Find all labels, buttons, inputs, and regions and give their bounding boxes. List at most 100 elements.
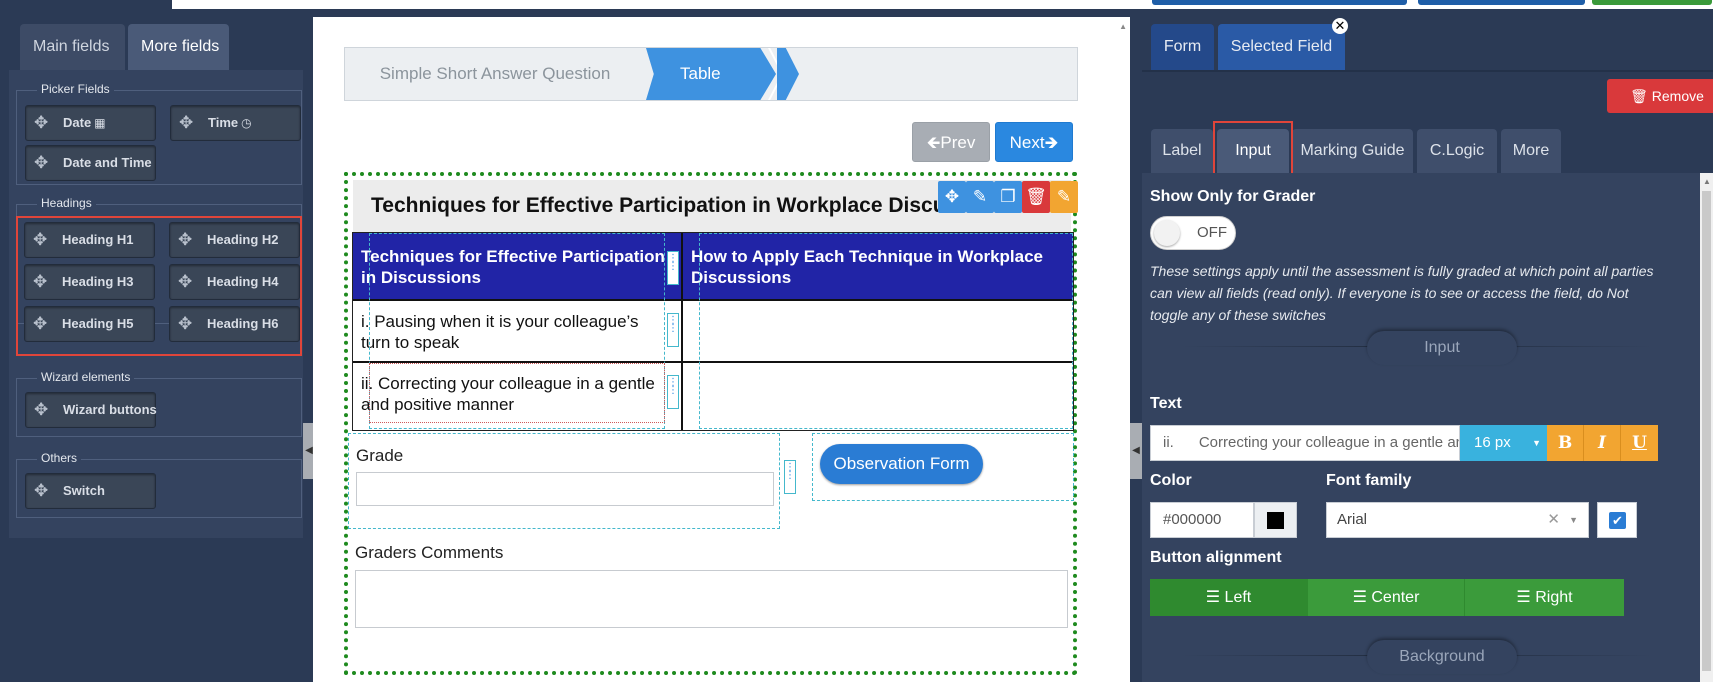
field-wizard-buttons-button[interactable]: ✥ Wizard buttons xyxy=(25,392,157,428)
copy-icon[interactable]: ❐ xyxy=(994,181,1022,213)
align-left-icon: ☰ xyxy=(1205,589,1221,606)
top-toolbar-button-2[interactable] xyxy=(1418,0,1585,5)
group-legend: Headings xyxy=(37,196,96,210)
field-heading-h3-button[interactable]: ✥ Heading H3 xyxy=(24,264,155,300)
field-time-button[interactable]: ✥ Time ◷ xyxy=(170,105,301,141)
move-icon: ✥ xyxy=(178,314,193,333)
fields-palette: Main fields More fields Picker Fields ✥ D… xyxy=(0,9,305,682)
move-icon: ✥ xyxy=(34,153,49,172)
text-label: Text xyxy=(1150,395,1182,412)
color-input[interactable]: #000000 xyxy=(1150,502,1254,538)
column-resize-handle[interactable]: ⋮ ⋮ xyxy=(667,313,679,347)
right-panel-collapse-handle[interactable]: ◀ xyxy=(1130,423,1142,479)
group-legend: Others xyxy=(37,451,82,465)
next-button[interactable]: Next🡺 xyxy=(995,122,1073,162)
move-icon: ✥ xyxy=(33,230,48,249)
edit-properties-icon[interactable]: ✎ xyxy=(1050,181,1078,213)
close-icon[interactable]: ✕ xyxy=(1332,18,1348,34)
align-label: Left xyxy=(1224,589,1252,606)
group-legend: Wizard elements xyxy=(37,370,135,384)
align-left-button[interactable]: ☰ Left xyxy=(1150,579,1308,616)
arrow-right-icon: 🡺 xyxy=(1044,133,1059,152)
trash-icon: 🗑 xyxy=(1630,88,1648,104)
field-label: Heading H4 xyxy=(207,274,279,289)
font-family-label: Font family xyxy=(1326,472,1412,489)
grader-settings-note: These settings apply until the assessmen… xyxy=(1150,263,1654,323)
tabs-divider xyxy=(1142,70,1713,72)
field-label: Date xyxy=(63,115,92,130)
subtab-more[interactable]: More xyxy=(1501,129,1561,173)
move-icon: ✥ xyxy=(178,272,193,291)
grade-input[interactable] xyxy=(356,472,774,506)
toggle-knob xyxy=(1154,220,1180,246)
selected-table-field[interactable]: Techniques for Effective Participation i… xyxy=(344,172,1078,675)
field-heading-h6-button[interactable]: ✥ Heading H6 xyxy=(169,306,300,342)
italic-button[interactable]: I xyxy=(1584,425,1621,461)
field-label: Wizard buttons xyxy=(63,402,157,417)
field-heading-h4-button[interactable]: ✥ Heading H4 xyxy=(169,264,300,300)
prev-button[interactable]: 🡸Prev xyxy=(912,122,990,162)
field-switch-button[interactable]: ✥ Switch xyxy=(25,473,156,509)
remove-button[interactable]: 🗑 Remove xyxy=(1607,79,1713,113)
align-right-button[interactable]: ☰ Right xyxy=(1465,579,1624,616)
subtab-c-logic[interactable]: C.Logic xyxy=(1417,129,1497,173)
section-divider-background: Background xyxy=(1367,640,1517,674)
color-label: Color xyxy=(1150,472,1192,489)
top-toolbar-button-3[interactable] xyxy=(1592,0,1712,5)
wizard-step-simple-short-answer[interactable]: Simple Short Answer Question xyxy=(345,48,645,100)
move-icon: ✥ xyxy=(34,400,49,419)
scroll-up-arrow-icon[interactable]: ▲ xyxy=(1119,22,1127,31)
top-toolbar-button-1[interactable] xyxy=(1152,0,1407,5)
field-heading-h2-button[interactable]: ✥ Heading H2 xyxy=(169,222,300,258)
field-date-and-time-button[interactable]: ✥ Date and Time xyxy=(25,145,156,181)
graders-comments-label: Graders Comments xyxy=(355,543,504,562)
column-resize-handle[interactable]: ⋮ ⋮ xyxy=(667,251,679,285)
clear-icon[interactable]: ✕ xyxy=(1547,503,1560,537)
underline-button[interactable]: U xyxy=(1621,425,1658,461)
field-date-button[interactable]: ✥ Date ▦ xyxy=(25,105,156,141)
move-icon[interactable]: ✥ xyxy=(938,181,966,213)
tab-selected-field[interactable]: Selected Field xyxy=(1218,24,1345,70)
observation-form-button[interactable]: Observation Form xyxy=(820,444,983,484)
move-icon: ✥ xyxy=(179,113,194,132)
selected-cell-outline xyxy=(369,363,665,423)
tab-more-fields[interactable]: More fields xyxy=(128,24,229,70)
group-others: Others ✥ Switch xyxy=(16,451,302,518)
subtab-label[interactable]: Label xyxy=(1151,129,1213,173)
text-input[interactable]: ii. Correcting your colleague in a gentl… xyxy=(1150,425,1460,461)
trash-icon[interactable]: 🗑 xyxy=(1022,181,1050,213)
toggle-state: OFF xyxy=(1197,224,1227,241)
scrollbar-thumb[interactable] xyxy=(1702,191,1711,671)
field-heading-h5-button[interactable]: ✥ Heading H5 xyxy=(24,306,155,342)
align-center-icon: ☰ xyxy=(1352,589,1367,606)
show-only-grader-label: Show Only for Grader xyxy=(1150,188,1316,205)
color-swatch-button[interactable] xyxy=(1254,502,1297,538)
subtab-marking-guide[interactable]: Marking Guide xyxy=(1292,129,1413,173)
align-center-button[interactable]: ☰ Center xyxy=(1308,579,1465,616)
bold-button[interactable]: B xyxy=(1547,425,1584,461)
graders-comments-textarea[interactable] xyxy=(355,570,1068,628)
field-label: Heading H3 xyxy=(62,274,134,289)
scroll-up-arrow-icon[interactable]: ▲ xyxy=(1703,177,1711,186)
move-icon: ✥ xyxy=(33,272,48,291)
field-label: Heading H6 xyxy=(207,316,279,331)
field-label: Time xyxy=(208,115,239,130)
button-alignment-label: Button alignment xyxy=(1150,549,1282,566)
properties-scrollbar[interactable]: ▲ xyxy=(1700,173,1713,682)
column-resize-handle[interactable]: ⋮ ⋮ xyxy=(784,460,796,494)
wizard-step-table[interactable]: Table xyxy=(646,48,776,100)
move-icon: ✥ xyxy=(33,314,48,333)
tab-form[interactable]: Form xyxy=(1151,24,1214,70)
chevron-left-icon: ◀ xyxy=(1132,445,1140,456)
column-resize-handle[interactable]: ⋮ ⋮ xyxy=(667,375,679,409)
font-size-value: 16 px xyxy=(1474,434,1511,451)
field-label: Switch xyxy=(63,483,105,498)
font-family-select[interactable]: Arial ✕ ▼ xyxy=(1326,502,1589,538)
show-only-grader-toggle[interactable]: OFF xyxy=(1150,216,1236,250)
tab-main-fields[interactable]: Main fields xyxy=(20,24,125,70)
font-size-select[interactable]: 16 px ▼ xyxy=(1460,425,1547,461)
edit-icon[interactable]: ✎ xyxy=(966,181,994,213)
align-label: Center xyxy=(1371,589,1420,606)
font-family-checkbox[interactable]: ✔ xyxy=(1597,502,1637,538)
field-heading-h1-button[interactable]: ✥ Heading H1 xyxy=(24,222,155,258)
